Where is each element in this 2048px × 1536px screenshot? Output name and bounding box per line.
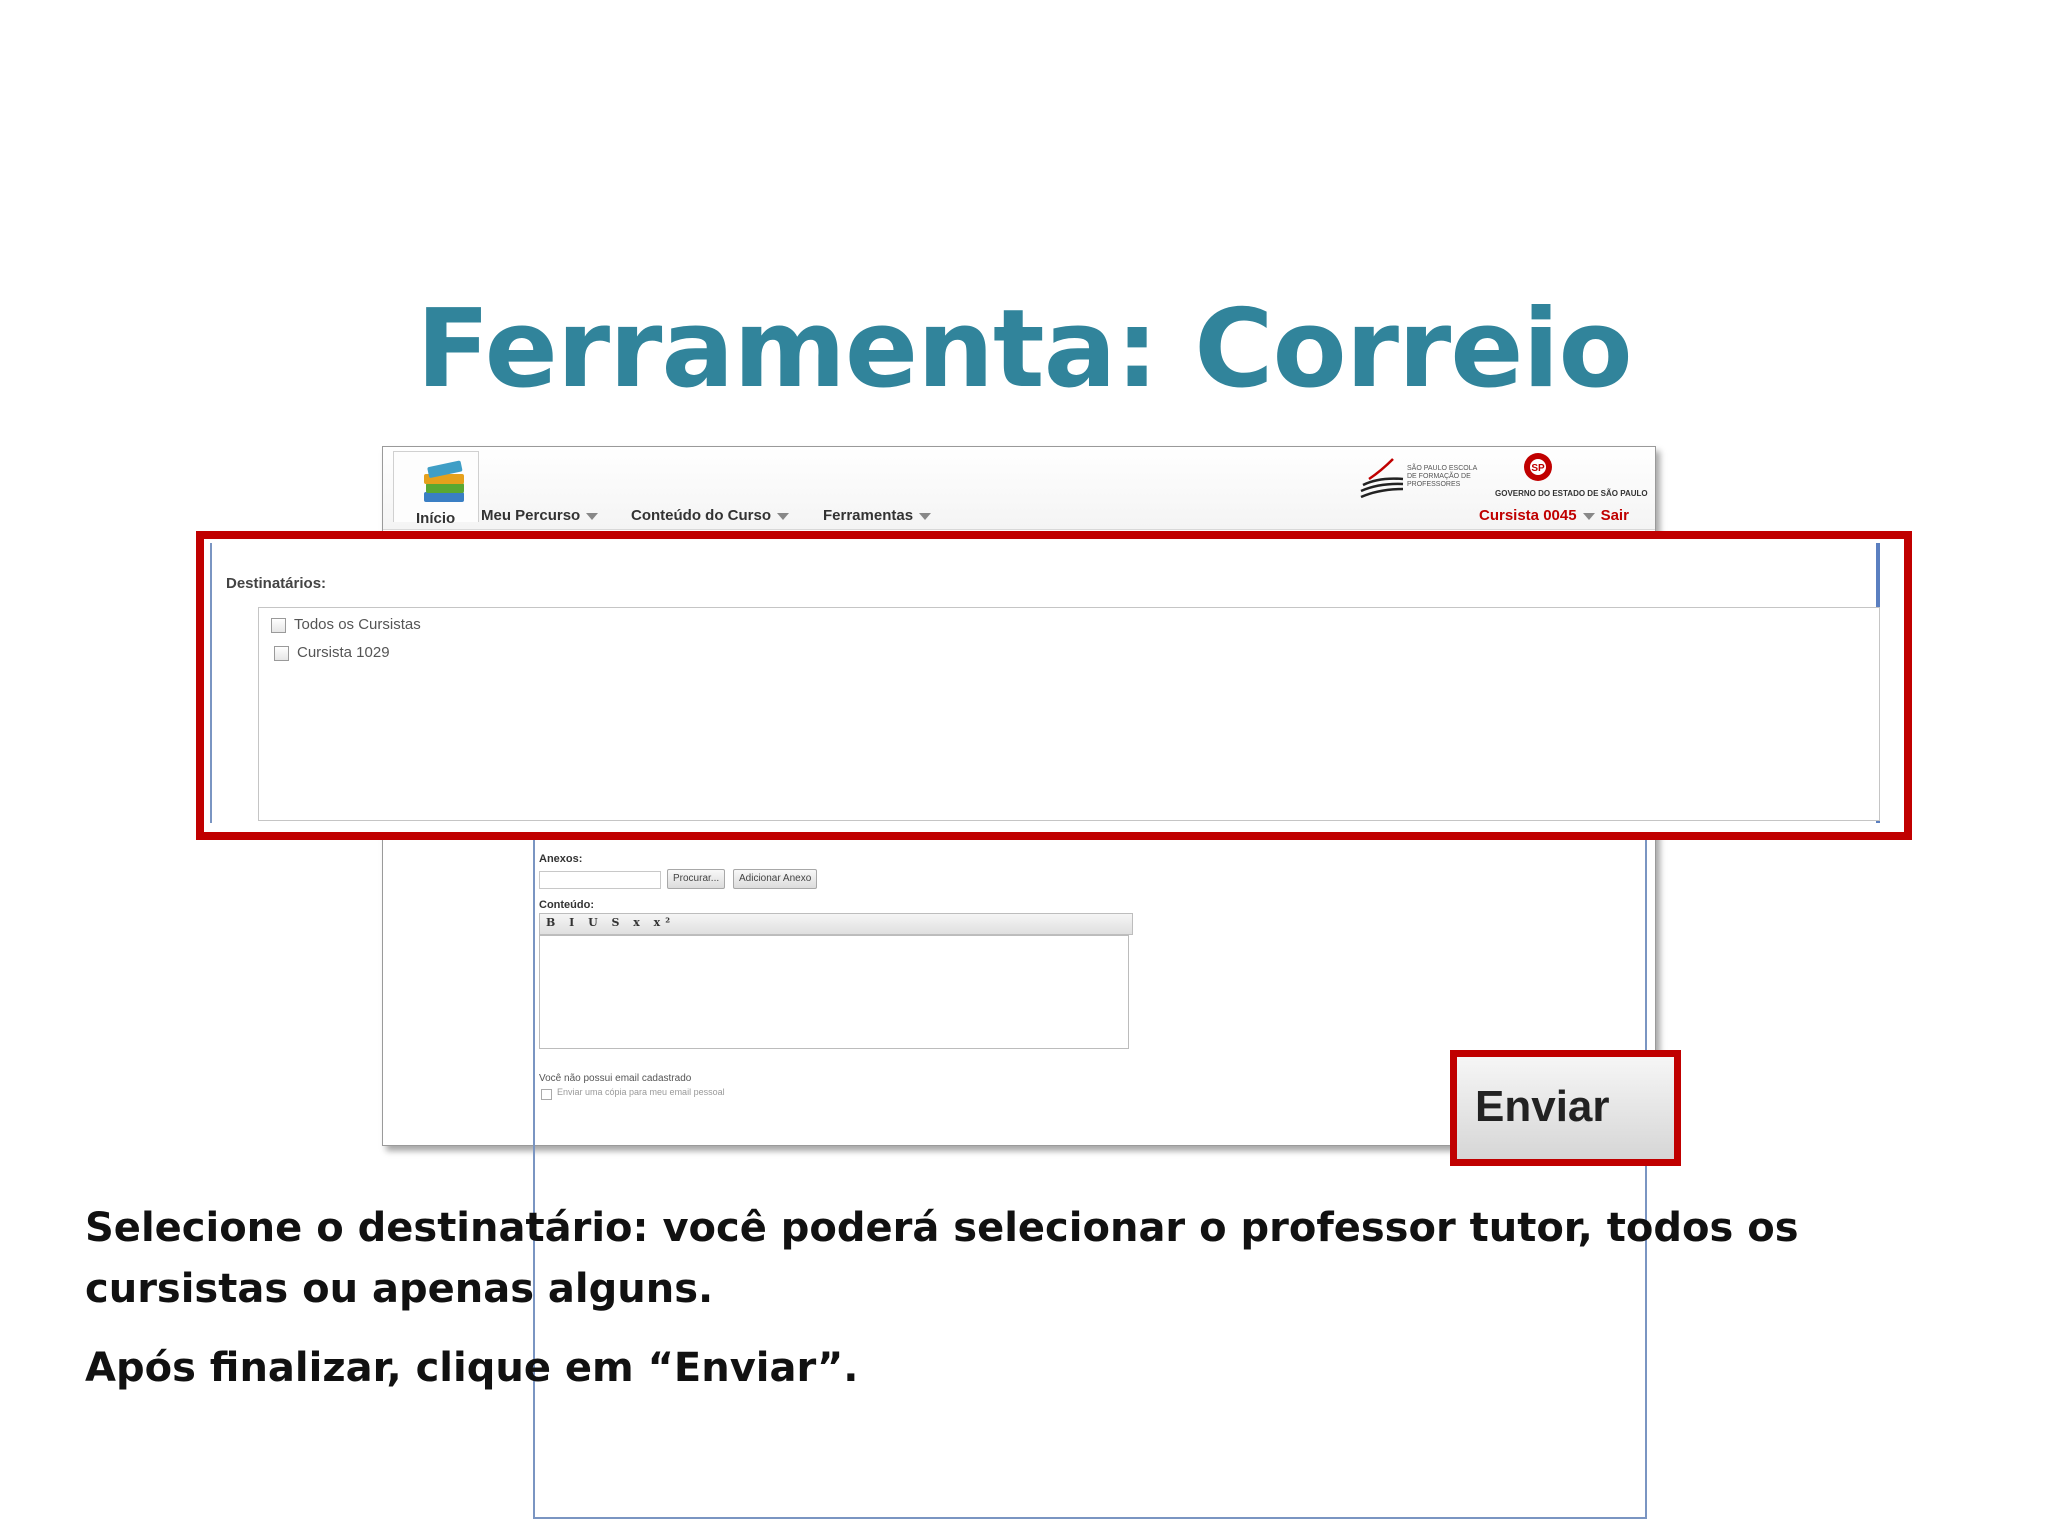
chevron-down-icon [776,512,789,520]
menu-ferramentas[interactable]: Ferramentas [823,507,932,524]
books-icon [424,460,464,502]
recipient-checkbox[interactable] [271,617,286,633]
chevron-down-icon [919,512,932,520]
menu-conteudo-curso[interactable]: Conteúdo do Curso [631,507,789,524]
site-header: Início Meu Percurso Conteúdo do Curso Fe… [383,447,1655,530]
content-editor[interactable] [539,935,1129,1049]
slide-title: Ferramenta: Correio [416,287,1632,412]
logout-link[interactable]: Sair [1601,507,1629,524]
recipients-label: Destinatários: [226,575,327,592]
recipients-panel: Destinatários: Todos os Cursistas Cursis… [210,543,1880,823]
user-name[interactable]: Cursista 0045 [1479,507,1577,524]
toolbar-buttons[interactable]: B I U S x x² [546,916,675,929]
recipient-option[interactable]: Cursista 1029 [274,644,390,661]
instruction-select-recipient: Selecione o destinatário: você poderá se… [85,1205,1799,1312]
state-seal-icon: SP [1524,453,1552,481]
recipient-label: Todos os Cursistas [294,616,421,633]
recipient-checkbox[interactable] [274,645,289,661]
add-annex-button[interactable]: Adicionar Anexo [733,869,818,889]
instructions: Selecione o destinatário: você poderá se… [85,1198,1985,1399]
home-tab[interactable]: Início [393,451,479,527]
chevron-down-icon [586,512,599,520]
send-copy-label: Enviar uma cópia para meu email pessoal [557,1087,725,1097]
chevron-down-icon[interactable] [1582,512,1595,520]
instruction-click-send: Após finalizar, clique em “Enviar”. [85,1345,859,1391]
recipient-label: Cursista 1029 [297,644,390,661]
menu-meu-percurso[interactable]: Meu Percurso [481,507,599,524]
send-button[interactable]: Enviar [1450,1050,1681,1166]
user-menu[interactable]: Cursista 0045 Sair [1479,507,1629,524]
home-label: Início [416,510,456,527]
recipients-list: Todos os Cursistas Cursista 1029 [258,607,1880,821]
content-label: Conteúdo: [539,899,594,911]
annex-file-input[interactable] [539,871,661,889]
recipients-highlight: Destinatários: Todos os Cursistas Cursis… [196,531,1912,840]
gov-text: GOVERNO DO ESTADO DE SÃO PAULO [1495,489,1648,498]
svg-text:SP: SP [1531,463,1545,474]
annex-label: Anexos: [539,853,583,865]
browse-button[interactable]: Procurar... [667,869,726,889]
editor-toolbar[interactable]: B I U S x x² [539,913,1133,935]
school-logo-text: SÃO PAULO ESCOLA DE FORMAÇÃO DE PROFESSO… [1407,465,1477,488]
no-email-note: Você não possui email cadastrado [539,1073,692,1084]
recipient-option[interactable]: Todos os Cursistas [271,616,421,633]
send-copy-checkbox[interactable] [541,1089,552,1100]
